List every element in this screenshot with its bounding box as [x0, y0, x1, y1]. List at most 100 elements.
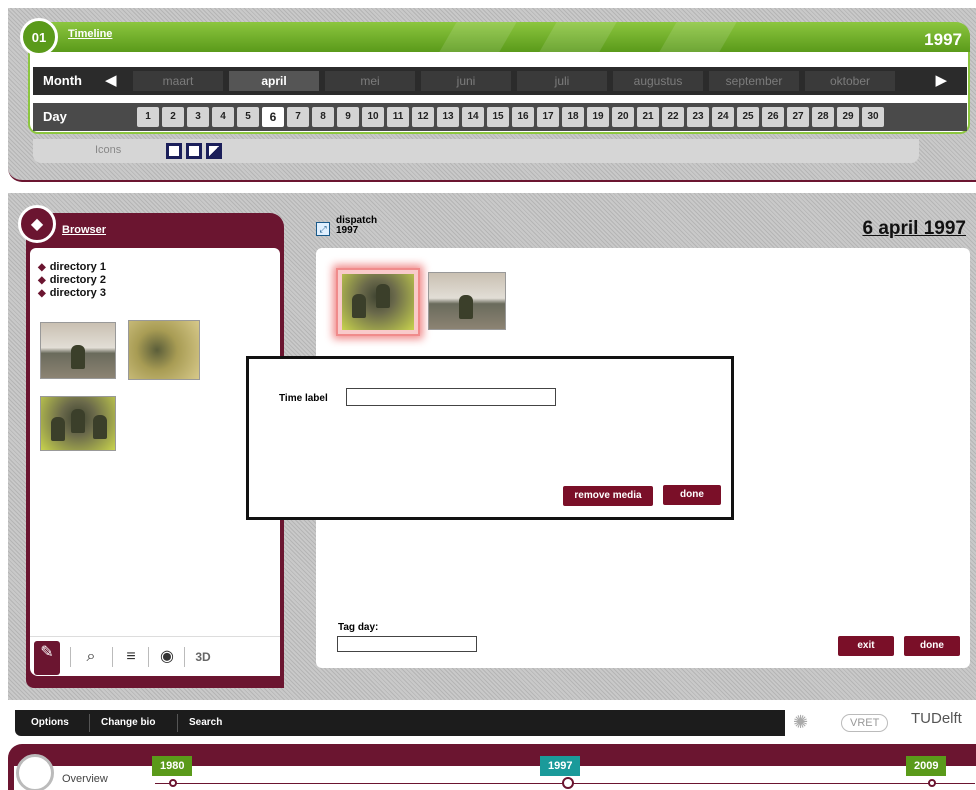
day-cell[interactable]: 17 — [537, 107, 559, 127]
item-title-year: 1997 — [336, 225, 359, 236]
browser-logo-icon: ◆ — [18, 205, 56, 243]
media-thumbnail[interactable] — [40, 322, 116, 379]
day-cell[interactable]: 18 — [562, 107, 584, 127]
day-cell[interactable]: 28 — [812, 107, 834, 127]
remove-media-button[interactable]: remove media — [563, 486, 653, 506]
day-cell[interactable]: 12 — [412, 107, 434, 127]
exit-button[interactable]: exit — [838, 636, 894, 656]
overview-dot-current[interactable] — [562, 777, 574, 789]
month-prev-arrow-icon[interactable]: ◀ — [105, 71, 117, 89]
overview-circle-icon — [16, 754, 54, 790]
overview-dot[interactable] — [928, 779, 936, 787]
square-icon[interactable] — [186, 143, 202, 159]
timeline-year: 1997 — [924, 30, 962, 49]
timeline-header: Timeline 1997 — [28, 22, 970, 52]
directory-item[interactable]: ◆ directory 3 — [38, 287, 106, 299]
half-square-icon[interactable] — [206, 143, 222, 159]
directory-label: directory 1 — [49, 261, 106, 273]
day-cell[interactable]: 26 — [762, 107, 784, 127]
day-cell[interactable]: 19 — [587, 107, 609, 127]
time-label-dialog: Time label remove media done — [246, 356, 734, 520]
month-april[interactable]: april — [229, 71, 319, 91]
month-juni[interactable]: juni — [421, 71, 511, 91]
day-cell[interactable]: 1 — [137, 107, 159, 127]
month-oktober[interactable]: oktober — [805, 71, 895, 91]
day-cell[interactable]: 2 — [162, 107, 184, 127]
overview-year-current[interactable]: 1997 — [540, 756, 581, 776]
day-cell[interactable]: 21 — [637, 107, 659, 127]
day-cell[interactable]: 15 — [487, 107, 509, 127]
menu-bar: Options Change bio Search — [15, 710, 785, 736]
directory-icon: ◆ — [38, 275, 46, 286]
overview-year-start[interactable]: 1980 — [152, 756, 193, 776]
day-cell[interactable]: 23 — [687, 107, 709, 127]
month-row: Month ◀ maart april mei juni juli august… — [33, 67, 967, 95]
media-item[interactable] — [428, 272, 506, 330]
day-cell[interactable]: 24 — [712, 107, 734, 127]
directory-label: directory 3 — [49, 287, 106, 299]
day-cell[interactable]: 30 — [862, 107, 884, 127]
media-thumbnail[interactable] — [128, 320, 200, 380]
month-september[interactable]: september — [709, 71, 799, 91]
day-cell[interactable]: 11 — [387, 107, 409, 127]
menu-change-bio[interactable]: Change bio — [101, 717, 155, 728]
day-cell[interactable]: 29 — [837, 107, 859, 127]
month-next-arrow-icon[interactable]: ▶ — [935, 71, 947, 89]
tudelft-logo: TUDelft — [911, 710, 962, 727]
day-cell[interactable]: 20 — [612, 107, 634, 127]
day-cell[interactable]: 5 — [237, 107, 259, 127]
day-cell[interactable]: 22 — [662, 107, 684, 127]
search-tab-icon[interactable]: ⌕ — [78, 645, 104, 669]
overview-year-end[interactable]: 2009 — [906, 756, 947, 776]
item-title: dispatch 1997 — [336, 216, 377, 236]
editor-done-button[interactable]: done — [904, 636, 960, 656]
day-cell[interactable]: 8 — [312, 107, 334, 127]
day-cell[interactable]: 13 — [437, 107, 459, 127]
month-maart[interactable]: maart — [133, 71, 223, 91]
icons-row: Icons — [33, 139, 919, 163]
overview-label: Overview — [62, 773, 108, 785]
browser-tab-icon[interactable]: ✎ — [34, 641, 60, 675]
tag-day-input[interactable] — [337, 636, 477, 652]
icons-label: Icons — [95, 144, 122, 156]
vret-logo-icon: VRET — [841, 714, 889, 732]
expand-icon[interactable]: ⤢ — [316, 222, 330, 236]
month-augustus[interactable]: augustus — [613, 71, 703, 91]
day-cell[interactable]: 14 — [462, 107, 484, 127]
day-strip: 1 2 3 4 5 6 7 8 9 10 11 12 13 14 15 16 1… — [137, 107, 884, 127]
time-label-input[interactable] — [346, 388, 556, 406]
day-cell[interactable]: 7 — [287, 107, 309, 127]
directory-icon: ◆ — [38, 262, 46, 273]
browser-tabs: ✎ ⌕ ≡ ◉ 3D — [30, 636, 280, 676]
tab-3d[interactable]: 3D — [190, 645, 216, 669]
media-thumbnail[interactable] — [40, 396, 116, 451]
month-label: Month — [43, 73, 82, 88]
day-cell[interactable]: 9 — [337, 107, 359, 127]
overview-dot[interactable] — [169, 779, 177, 787]
menu-options[interactable]: Options — [31, 717, 69, 728]
webcam-tab-icon[interactable]: ◉ — [154, 645, 180, 669]
time-label-label: Time label — [279, 393, 328, 404]
day-label: Day — [43, 109, 67, 124]
day-cell[interactable]: 25 — [737, 107, 759, 127]
day-cell-active[interactable]: 6 — [262, 107, 284, 127]
timeline-logo-icon: 01 — [20, 18, 58, 56]
browser-title: Browser — [62, 224, 107, 236]
menu-search[interactable]: Search — [189, 717, 222, 728]
selected-media[interactable] — [336, 268, 420, 336]
month-mei[interactable]: mei — [325, 71, 415, 91]
list-tab-icon[interactable]: ≡ — [118, 645, 144, 669]
modal-done-button[interactable]: done — [663, 485, 721, 505]
day-cell[interactable]: 3 — [187, 107, 209, 127]
directory-item[interactable]: ◆ directory 1 — [38, 261, 106, 273]
day-cell[interactable]: 10 — [362, 107, 384, 127]
day-cell[interactable]: 16 — [512, 107, 534, 127]
timeline-title: Timeline — [68, 28, 113, 40]
square-icon[interactable] — [166, 143, 182, 159]
directory-icon: ◆ — [38, 288, 46, 299]
directory-item[interactable]: ◆ directory 2 — [38, 274, 106, 286]
month-juli[interactable]: juli — [517, 71, 607, 91]
day-cell[interactable]: 4 — [212, 107, 234, 127]
directory-label: directory 2 — [49, 274, 106, 286]
day-cell[interactable]: 27 — [787, 107, 809, 127]
